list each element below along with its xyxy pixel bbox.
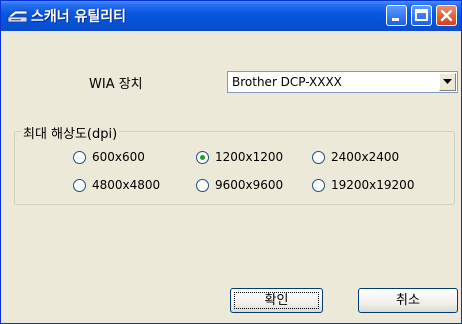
radio-label-2400x2400: 2400x2400 [331,150,400,164]
dropdown-button[interactable] [439,73,456,91]
chevron-down-icon [443,79,452,84]
ok-button[interactable]: 확인 [230,288,323,313]
radio-label-1200x1200: 1200x1200 [215,150,284,164]
ok-button-label: 확인 [234,292,319,309]
scanner-icon [7,8,29,24]
radio-label-19200x19200: 19200x19200 [331,178,415,192]
cancel-button[interactable]: 취소 [358,288,458,313]
window-title: 스캐너 유틸리티 [31,9,127,25]
radio-4800x4800[interactable] [73,179,86,192]
minimize-icon [392,18,399,21]
device-select[interactable]: Brother DCP-XXXX [227,71,458,93]
minimize-button[interactable] [386,5,407,26]
radio-9600x9600[interactable] [196,179,209,192]
device-label: WIA 장치 [89,77,143,92]
scanner-utility-window: 스캐너 유틸리티 WIA 장치 Brother DCP-XXXX 최대 해상도(… [0,0,462,324]
radio-1200x1200[interactable] [196,151,209,164]
resolution-group-label: 최대 해상도(dpi) [21,123,120,142]
radio-label-600x600: 600x600 [92,150,145,164]
radio-600x600[interactable] [73,151,86,164]
radio-2400x2400[interactable] [312,151,325,164]
close-icon [440,9,453,22]
close-button[interactable] [436,5,457,26]
maximize-button[interactable] [411,5,432,26]
maximize-icon [415,9,428,21]
radio-label-9600x9600: 9600x9600 [215,178,284,192]
radio-label-4800x4800: 4800x4800 [92,178,161,192]
resolution-group [14,131,455,205]
title-bar[interactable]: 스캐너 유틸리티 [1,1,461,31]
radio-19200x19200[interactable] [312,179,325,192]
device-select-value: Brother DCP-XXXX [232,75,342,89]
